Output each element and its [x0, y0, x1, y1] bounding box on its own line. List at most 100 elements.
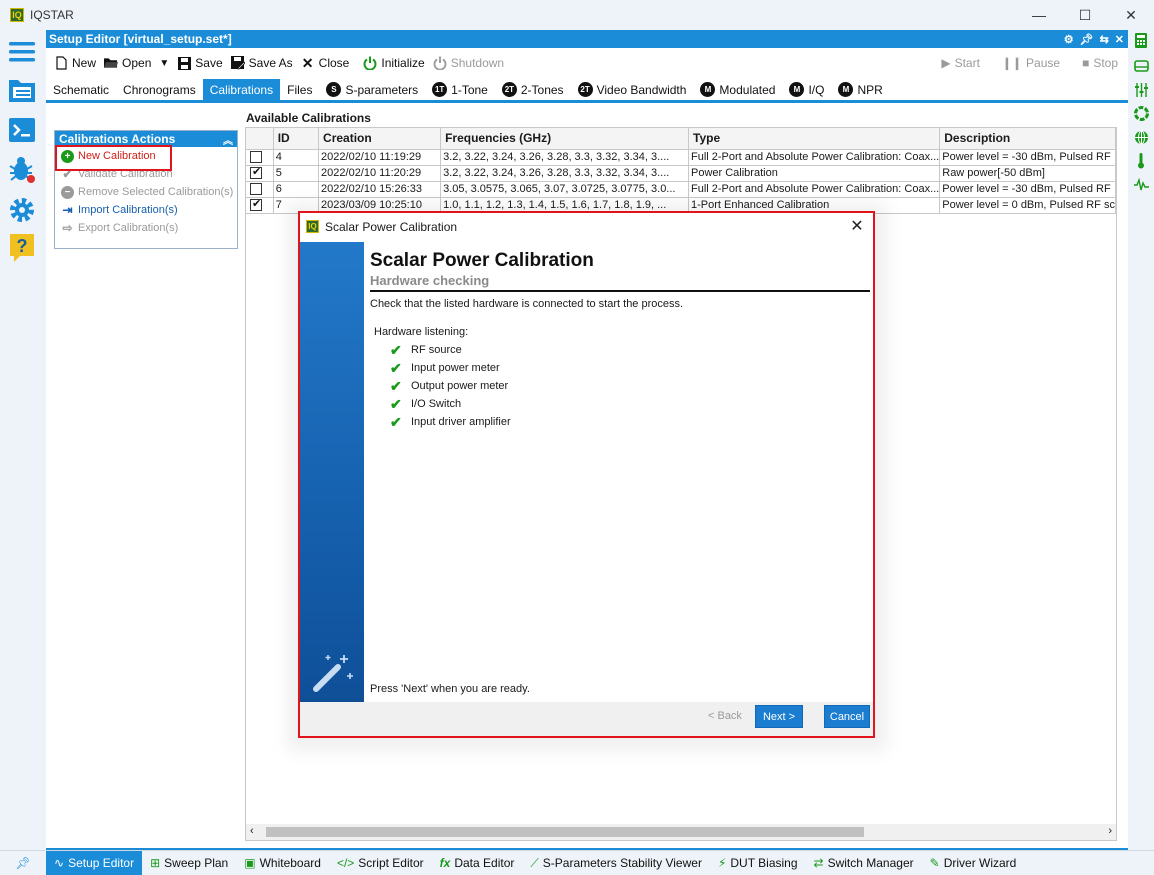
column-creation[interactable]: Creation	[318, 128, 442, 150]
shutdown-button[interactable]: Shutdown	[433, 56, 504, 70]
m-badge-icon: M	[838, 82, 854, 97]
nav-s-parameters-stability-viewer[interactable]: ⟋ S-Parameters Stability Viewer	[522, 851, 710, 875]
nav-sweep-plan[interactable]: ⊞ Sweep Plan	[142, 851, 236, 875]
save-as-button[interactable]: Save As	[230, 56, 293, 70]
nav-dut-biasing[interactable]: ⚡︎ DUT Biasing	[710, 851, 806, 875]
row-checkbox[interactable]	[250, 165, 262, 180]
gear-icon[interactable]	[8, 196, 36, 224]
settings-icon[interactable]: ⚙	[1064, 33, 1074, 46]
column-select[interactable]	[246, 128, 274, 150]
column-frequencies[interactable]: Frequencies (GHz)	[440, 128, 689, 150]
drive-icon[interactable]	[1133, 58, 1149, 74]
nav-switch-manager[interactable]: ⇄ Switch Manager	[806, 851, 922, 875]
tab-2-tones[interactable]: 2T 2-Tones	[495, 79, 571, 100]
tab-schematic[interactable]: Schematic	[46, 79, 116, 100]
scrollbar-thumb[interactable]	[266, 827, 864, 837]
close-button[interactable]: ✕ Close	[301, 55, 350, 71]
nav-script-editor[interactable]: </> Script Editor	[329, 851, 432, 875]
import-calibration-action[interactable]: ⇥ Import Calibration(s)	[55, 201, 237, 219]
validate-calibration-action[interactable]: ✔ Validate Calibration	[55, 165, 237, 183]
list-item: ✔ Output power meter	[390, 377, 509, 394]
hardware-list: ✔ RF source ✔ Input power meter ✔ Output po…	[390, 341, 511, 431]
stability-icon: ⟋	[530, 855, 539, 870]
row-checkbox[interactable]	[250, 197, 262, 212]
tab-chronograms[interactable]: Chronograms	[116, 79, 203, 100]
window-titlebar: IQ IQSTAR — ☐ ✕	[0, 0, 1154, 30]
switch-icon: ⇄	[813, 856, 824, 870]
bottom-navigation: 📌︎ ∿ Setup Editor ⊞ Sweep Plan ▣ Whiteboard…	[0, 850, 1154, 875]
nav-driver-wizard[interactable]: ✎ Driver Wizard	[922, 851, 1025, 875]
next-button[interactable]: Next >	[755, 705, 803, 728]
m-badge-icon: M	[700, 82, 716, 97]
nav-whiteboard[interactable]: ▣ Whiteboard	[236, 851, 329, 875]
collapse-icon[interactable]: ︽	[223, 132, 233, 147]
pause-icon: ❙❙	[1001, 56, 1023, 70]
column-description[interactable]: Description	[939, 128, 1116, 150]
tab-s-parameters[interactable]: S S-parameters	[319, 79, 425, 100]
tab-npr[interactable]: M NPR	[831, 79, 889, 100]
pin-icon[interactable]: 📌︎	[1080, 33, 1094, 46]
pin-icon[interactable]: 📌︎	[0, 851, 46, 875]
pause-button[interactable]: ❙❙ Pause	[1002, 56, 1060, 70]
scalar-power-calibration-dialog: IQ Scalar Power Calibration ✕ Scalar Pow…	[298, 211, 875, 738]
thermometer-icon[interactable]	[1133, 153, 1149, 169]
column-type[interactable]: Type	[688, 128, 941, 150]
row-checkbox[interactable]	[250, 183, 262, 196]
export-calibration-action[interactable]: ⇨ Export Calibration(s)	[55, 219, 237, 237]
calculator-icon[interactable]	[1133, 32, 1149, 48]
tab-files[interactable]: Files	[280, 79, 319, 100]
new-calibration-action[interactable]: + New Calibration	[55, 147, 237, 165]
open-button[interactable]: Open ▼	[104, 56, 169, 70]
stop-button[interactable]: ■ Stop	[1082, 56, 1118, 70]
cell-frequencies: 3.2, 3.22, 3.24, 3.26, 3.28, 3.3, 3.32, …	[440, 149, 689, 166]
back-button[interactable]: < Back	[708, 710, 742, 722]
table-row[interactable]: 4 2022/02/10 11:19:29 3.2, 3.22, 3.24, 3…	[246, 149, 1116, 166]
terminal-icon[interactable]	[8, 116, 36, 144]
close-window-button[interactable]: ✕	[1108, 0, 1154, 30]
help-icon[interactable]: ?	[8, 234, 36, 262]
minimize-button[interactable]: —	[1016, 0, 1062, 30]
tab-modulated[interactable]: M Modulated	[693, 79, 782, 100]
column-id[interactable]: ID	[273, 128, 320, 150]
cancel-button[interactable]: Cancel	[824, 705, 870, 728]
new-button[interactable]: New	[54, 56, 96, 70]
2t-badge-icon: 2T	[577, 82, 593, 97]
initialize-button[interactable]: Initialize	[363, 56, 425, 70]
scroll-left-icon[interactable]: ‹	[250, 825, 254, 837]
nav-setup-editor[interactable]: ∿ Setup Editor	[46, 850, 143, 875]
table-row[interactable]: 5 2022/02/10 11:20:29 3.2, 3.22, 3.24, 3…	[246, 165, 1116, 182]
dialog-close-button[interactable]: ✕	[847, 216, 867, 236]
nav-data-editor[interactable]: fx Data Editor	[432, 851, 523, 875]
cell-creation: 2022/02/10 11:19:29	[318, 149, 442, 166]
tab-video-bandwidth[interactable]: 2T Video Bandwidth	[571, 79, 694, 100]
svg-text:?: ?	[17, 236, 28, 256]
check-icon: ✔	[62, 167, 73, 181]
list-item: ✔ I/O Switch	[390, 395, 462, 412]
row-checkbox[interactable]	[250, 151, 262, 164]
maximize-button[interactable]: ☐	[1062, 0, 1108, 30]
sliders-icon[interactable]	[1133, 82, 1149, 98]
folder-icon[interactable]	[8, 76, 36, 104]
close-editor-icon[interactable]: ✕	[1115, 33, 1124, 46]
chevron-down-icon[interactable]: ▼	[159, 58, 169, 69]
heading-divider	[370, 290, 870, 292]
right-sidebar	[1128, 30, 1154, 850]
signal-icon[interactable]	[1133, 177, 1149, 193]
bug-icon[interactable]	[8, 156, 36, 184]
switch-icon[interactable]: ⇆	[1100, 33, 1109, 46]
dialog-instructions: Check that the listed hardware is connec…	[370, 298, 684, 310]
actions-header[interactable]: Calibrations Actions ︽	[55, 131, 237, 147]
scroll-right-icon[interactable]: ›	[1108, 825, 1112, 837]
lifebuoy-icon[interactable]	[1133, 105, 1149, 121]
start-button[interactable]: ▶ Start	[941, 56, 980, 70]
horizontal-scrollbar[interactable]: ‹ ›	[246, 824, 1116, 840]
save-button[interactable]: Save	[177, 56, 223, 70]
menu-icon[interactable]	[8, 38, 36, 66]
remove-calibration-action[interactable]: − Remove Selected Calibration(s)	[55, 183, 237, 201]
tab-1-tone[interactable]: 1T 1-Tone	[425, 79, 495, 100]
tab-calibrations[interactable]: Calibrations	[202, 79, 281, 100]
globe-icon[interactable]	[1133, 129, 1149, 145]
tab-iq[interactable]: M I/Q	[782, 79, 831, 100]
window-controls: — ☐ ✕	[1016, 0, 1154, 30]
table-row[interactable]: 6 2022/02/10 15:26:33 3.05, 3.0575, 3.06…	[246, 181, 1116, 198]
